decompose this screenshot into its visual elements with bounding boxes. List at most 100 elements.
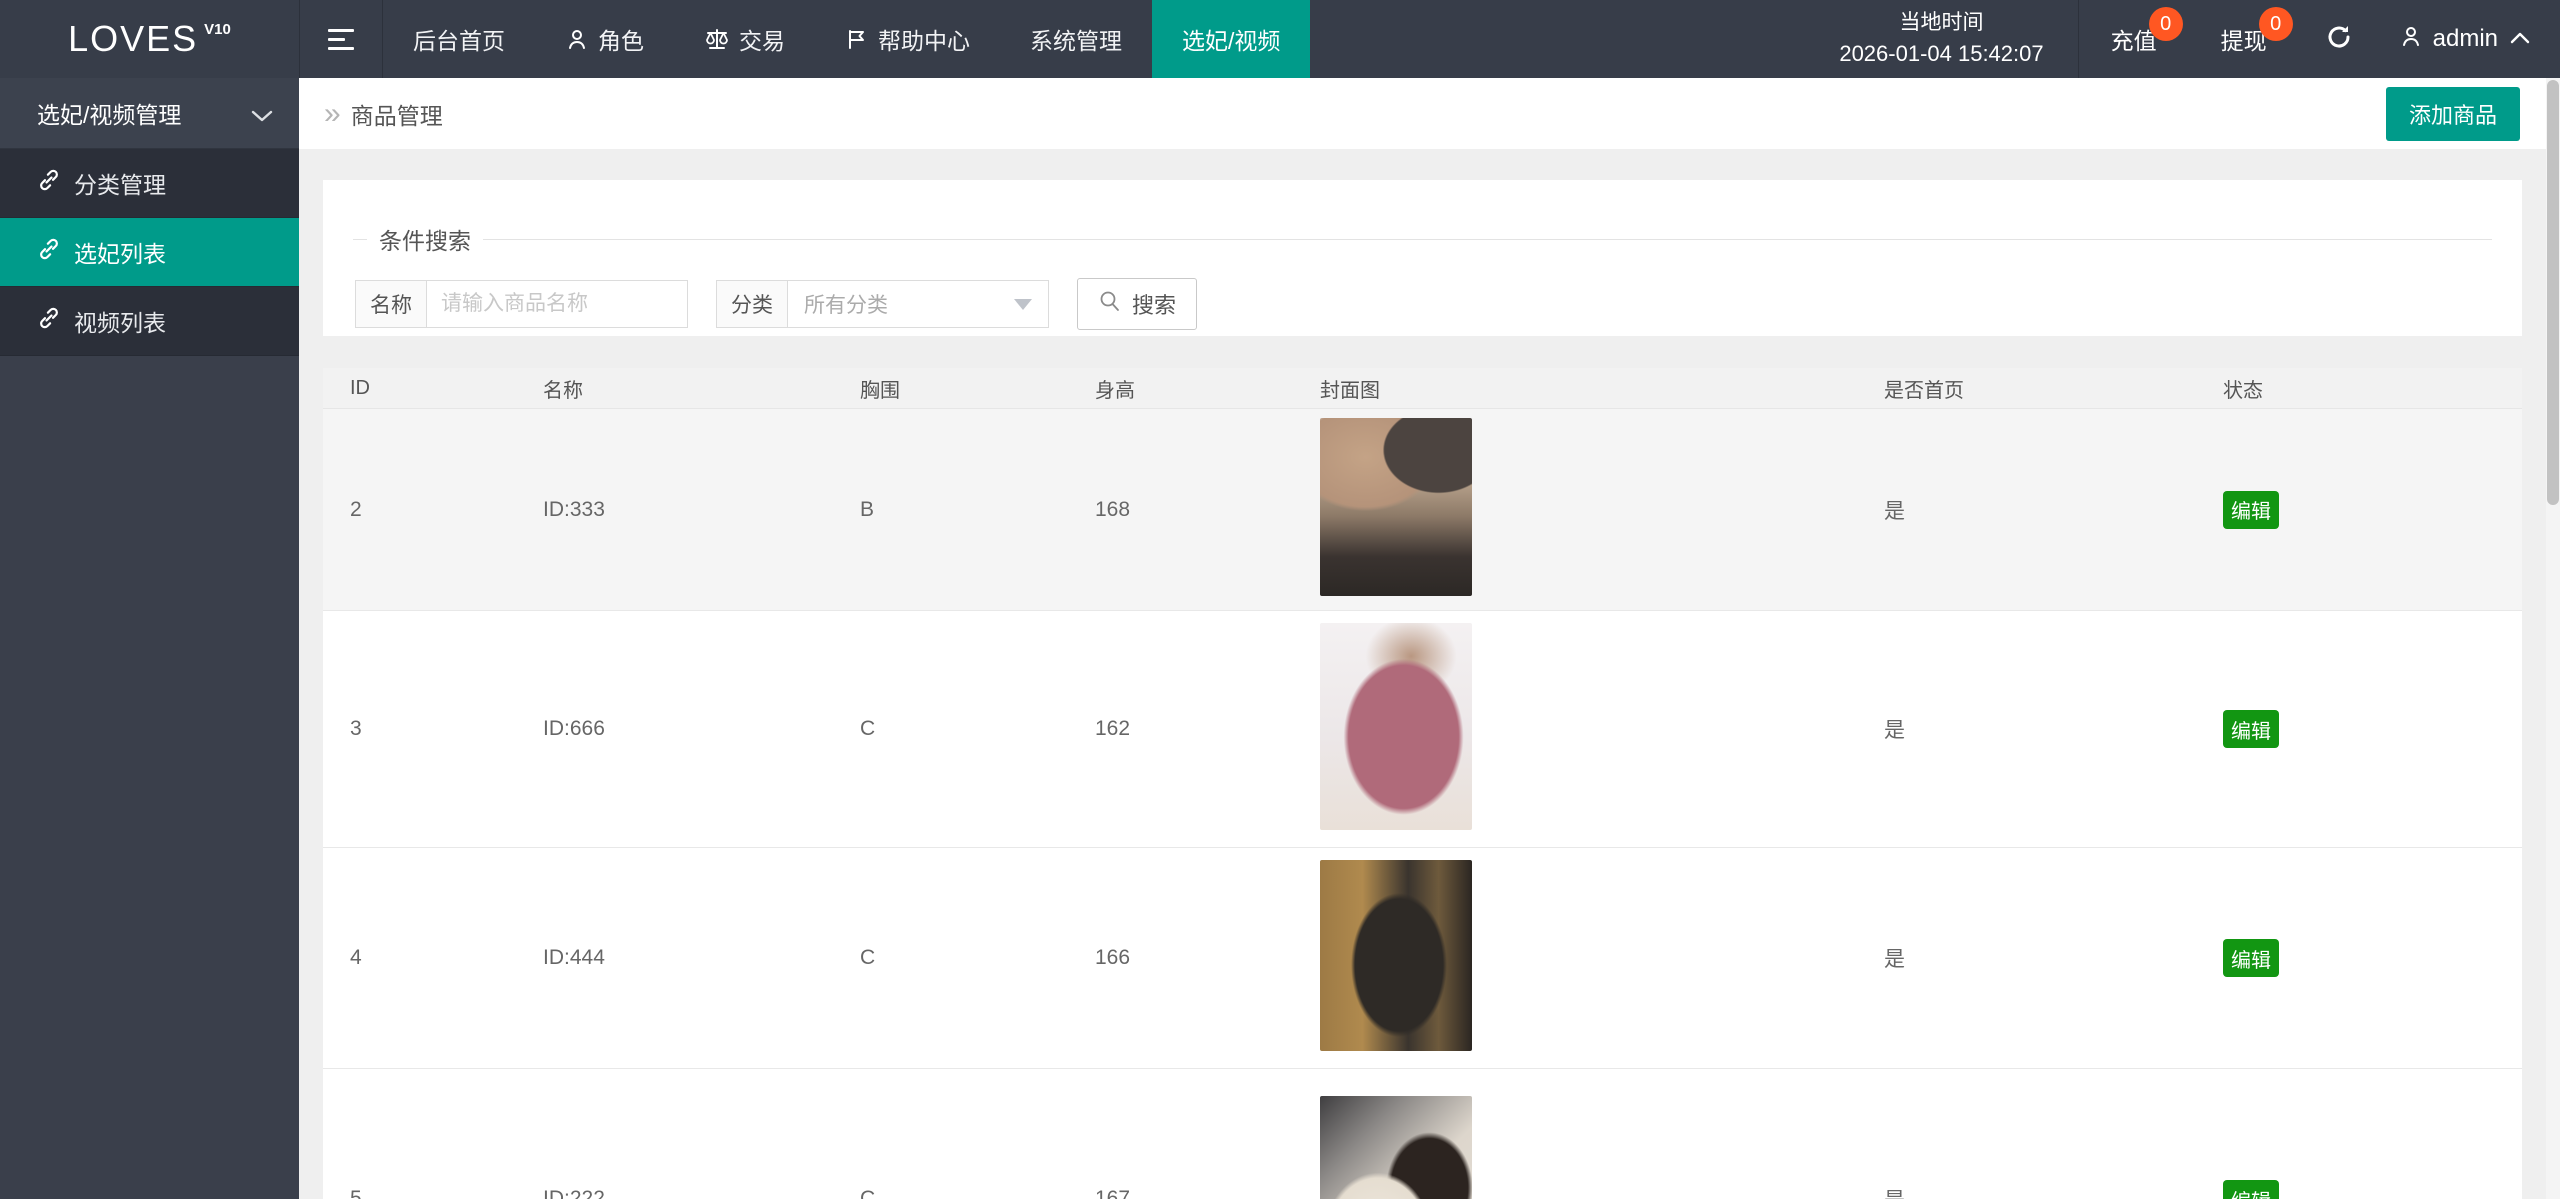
condition-search-fieldset: 条件搜索 名称 分类 所有分类 bbox=[353, 222, 2492, 330]
menu-item-transactions[interactable]: 交易 bbox=[674, 0, 815, 78]
cell-bust: B bbox=[860, 497, 875, 521]
table-body: 2 ID:333 B 168 是 编辑 3 ID:666 C 162 是 编辑 … bbox=[323, 409, 2522, 1199]
table-row: 3 ID:666 C 162 是 编辑 bbox=[323, 611, 2522, 848]
sidebar-item-label: 选妃列表 bbox=[74, 241, 166, 267]
cell-is-home: 是 bbox=[1884, 499, 1905, 523]
cell-bust: C bbox=[860, 717, 876, 740]
link-icon bbox=[37, 168, 61, 198]
search-icon bbox=[1098, 289, 1122, 319]
sidebar: 选妃/视频管理 分类管理 选妃列表 视频列表 bbox=[0, 78, 299, 1199]
menu-label: 系统管理 bbox=[1030, 28, 1122, 54]
vertical-scrollbar[interactable] bbox=[2546, 78, 2560, 1199]
cell-bust: C bbox=[860, 1187, 876, 1199]
menu-label: 选妃/视频 bbox=[1182, 28, 1281, 54]
cell-name: ID:666 bbox=[543, 717, 605, 740]
col-is-home: 是否首页 bbox=[1884, 379, 1964, 402]
admin-app: LOVES V10 后台首页 角色 交易 帮助中心 系统管理 选妃/视频 当地时… bbox=[0, 0, 2560, 1199]
recharge-badge: 0 bbox=[2148, 7, 2183, 41]
search-button[interactable]: 搜索 bbox=[1077, 278, 1198, 330]
col-bust: 胸围 bbox=[860, 379, 900, 402]
cell-name: ID:333 bbox=[543, 497, 605, 521]
username: admin bbox=[2432, 25, 2498, 52]
product-name-input[interactable] bbox=[426, 280, 688, 328]
cover-photo[interactable] bbox=[1320, 1096, 1472, 1199]
edit-button[interactable]: 编辑 bbox=[2223, 939, 2279, 977]
cell-bust: C bbox=[860, 946, 876, 969]
link-icon bbox=[37, 237, 61, 267]
edit-button[interactable]: 编辑 bbox=[2223, 1180, 2279, 1199]
menu-label: 帮助中心 bbox=[878, 28, 970, 54]
table-row: 2 ID:333 B 168 是 编辑 bbox=[323, 409, 2522, 611]
chevron-down-icon bbox=[249, 104, 275, 131]
category-selected-value: 所有分类 bbox=[804, 294, 888, 317]
cell-id: 5 bbox=[350, 1187, 362, 1199]
dropdown-triangle-icon bbox=[1014, 298, 1032, 310]
user-menu[interactable]: admin bbox=[2379, 0, 2560, 78]
edit-button[interactable]: 编辑 bbox=[2223, 710, 2279, 748]
sidebar-item-label: 分类管理 bbox=[74, 172, 166, 198]
topbar: LOVES V10 后台首页 角色 交易 帮助中心 系统管理 选妃/视频 当地时… bbox=[0, 0, 2560, 78]
table-header: ID 名称 胸围 身高 封面图 是否首页 状态 bbox=[323, 368, 2522, 409]
cover-photo[interactable] bbox=[1320, 417, 1472, 596]
cell-is-home: 是 bbox=[1884, 948, 1905, 971]
search-button-label: 搜索 bbox=[1132, 293, 1177, 318]
menu-label: 角色 bbox=[598, 28, 644, 54]
category-input-group: 分类 所有分类 bbox=[716, 280, 1049, 328]
sidebar-item-label: 视频列表 bbox=[74, 310, 166, 336]
cell-id: 3 bbox=[350, 717, 362, 740]
col-id: ID bbox=[350, 376, 370, 399]
menu-item-roles[interactable]: 角色 bbox=[535, 0, 674, 78]
link-icon bbox=[37, 306, 61, 336]
cell-name: ID:222 bbox=[543, 1187, 605, 1199]
refresh-icon bbox=[2325, 23, 2353, 56]
scales-icon bbox=[704, 27, 730, 51]
col-cover: 封面图 bbox=[1320, 379, 1380, 402]
refresh-button[interactable] bbox=[2299, 0, 2379, 78]
category-label: 分类 bbox=[716, 280, 787, 328]
recharge-button[interactable]: 充值 0 bbox=[2079, 0, 2189, 78]
breadcrumb-arrows-icon: » bbox=[324, 96, 341, 130]
menu-item-system[interactable]: 系统管理 bbox=[1000, 0, 1152, 78]
person-icon bbox=[565, 27, 589, 51]
name-label: 名称 bbox=[355, 280, 426, 328]
col-status: 状态 bbox=[2223, 379, 2263, 402]
scrollbar-thumb[interactable] bbox=[2547, 80, 2559, 505]
col-name: 名称 bbox=[543, 379, 583, 402]
menu-label: 交易 bbox=[739, 28, 785, 54]
menu-item-help-center[interactable]: 帮助中心 bbox=[815, 0, 1000, 78]
edit-button[interactable]: 编辑 bbox=[2223, 490, 2279, 529]
cell-is-home: 是 bbox=[1884, 719, 1905, 742]
breadcrumb-bar: » 商品管理 添加商品 bbox=[299, 78, 2560, 149]
hamburger-menu-icon[interactable] bbox=[300, 0, 382, 78]
cell-height: 167 bbox=[1095, 1187, 1131, 1199]
sidebar-item-video-list[interactable]: 视频列表 bbox=[0, 287, 299, 356]
category-select[interactable]: 所有分类 bbox=[787, 280, 1049, 328]
add-product-button[interactable]: 添加商品 bbox=[2385, 86, 2520, 141]
search-legend: 条件搜索 bbox=[379, 228, 471, 254]
logo-text: LOVES bbox=[68, 18, 199, 59]
top-menu: 后台首页 角色 交易 帮助中心 系统管理 选妃/视频 bbox=[383, 0, 1311, 78]
local-time: 当地时间 2026-01-04 15:42:07 bbox=[1805, 0, 2077, 78]
withdraw-badge: 0 bbox=[2258, 7, 2293, 41]
breadcrumb: 商品管理 bbox=[350, 102, 443, 129]
menu-label: 后台首页 bbox=[413, 28, 505, 54]
withdraw-button[interactable]: 提现 0 bbox=[2189, 0, 2299, 78]
time-value: 2026-01-04 15:42:07 bbox=[1839, 41, 2044, 67]
cell-height: 162 bbox=[1095, 717, 1131, 740]
cell-is-home: 是 bbox=[1884, 1184, 2223, 1199]
logo: LOVES V10 bbox=[0, 0, 299, 78]
cell-name: ID:444 bbox=[543, 946, 605, 969]
sidebar-item-category-management[interactable]: 分类管理 bbox=[0, 149, 299, 218]
flag-icon bbox=[845, 27, 869, 51]
user-icon bbox=[2399, 24, 2423, 55]
menu-item-dashboard[interactable]: 后台首页 bbox=[383, 0, 535, 78]
table-row: 4 ID:444 C 166 是 编辑 bbox=[323, 848, 2522, 1069]
sidebar-group-media-management[interactable]: 选妃/视频管理 bbox=[0, 78, 299, 149]
table-row: 5 ID:222 C 167 是 编辑 bbox=[323, 1069, 2522, 1199]
logo-version: V10 bbox=[204, 20, 231, 38]
cover-photo[interactable] bbox=[1320, 622, 1472, 830]
search-panel: 条件搜索 名称 分类 所有分类 bbox=[323, 180, 2522, 336]
menu-item-media-active[interactable]: 选妃/视频 bbox=[1152, 0, 1311, 78]
sidebar-item-girl-list[interactable]: 选妃列表 bbox=[0, 218, 299, 287]
cover-photo[interactable] bbox=[1320, 859, 1472, 1051]
